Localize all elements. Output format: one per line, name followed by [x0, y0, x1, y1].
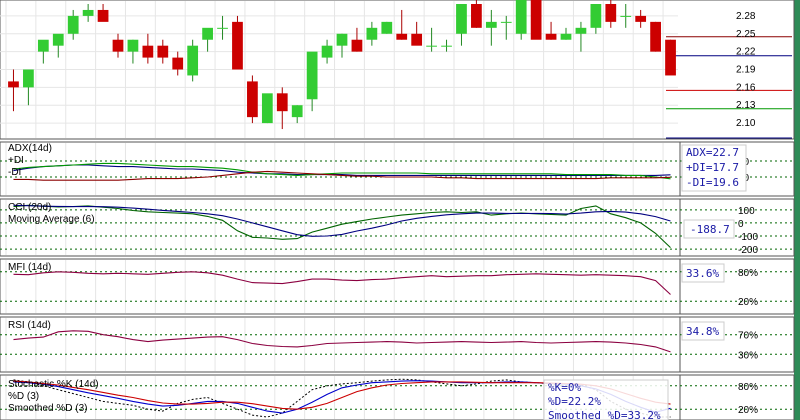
candle-body	[172, 57, 184, 70]
candle-body	[381, 21, 393, 34]
pane-1	[0, 141, 795, 197]
candle-body	[232, 21, 243, 70]
candle-body	[276, 93, 288, 112]
candle-body	[620, 15, 632, 17]
tick-label: -200	[738, 245, 758, 256]
tick-label: 70%	[738, 331, 758, 342]
cci-title: CCI (20d)	[8, 202, 51, 213]
candle-body	[67, 15, 79, 34]
candle-body	[366, 27, 378, 40]
candle-body	[8, 81, 19, 88]
candle-body	[336, 33, 348, 46]
tick-label: 20%	[738, 297, 758, 308]
candle-body	[351, 39, 363, 52]
stoch-title: Stochastic %K (14d)	[8, 379, 99, 390]
chart-canvas: 2.282.252.222.192.162.132.10 40201000-10…	[0, 0, 800, 420]
tick-label: 100	[738, 206, 755, 217]
stoch-legend-smoothed: Smoothed %D (3)	[8, 403, 87, 414]
candle-body	[471, 4, 482, 28]
rsi-callout: 34.8%	[681, 321, 725, 341]
candle-body	[23, 69, 34, 88]
candle-body	[247, 81, 258, 118]
candle-body	[306, 51, 318, 100]
stoch-legend-d: %D (3)	[8, 391, 39, 402]
candle-body	[52, 33, 64, 46]
tick-label: 20%	[738, 405, 758, 416]
rsi-callout-value: 34.8%	[686, 325, 719, 338]
candle-body	[515, 0, 527, 34]
candle-body	[291, 105, 303, 118]
candle-body	[127, 39, 139, 52]
stoch-callout-smoothed: Smoothed %D=33.2%	[548, 409, 661, 420]
candle-body	[202, 27, 213, 40]
price-tick-label: 2.25	[736, 29, 756, 40]
adx-callout-minusdi: -DI=19.6	[686, 176, 739, 189]
candle-body	[261, 93, 273, 124]
price-tick-label: 2.10	[736, 118, 756, 129]
cci-callout-value: -188.7	[690, 223, 730, 236]
cci-legend-ma: Moving Average (6)	[8, 214, 95, 225]
stoch-callout-d: %D=22.2%	[548, 395, 601, 408]
candle-body	[441, 45, 452, 47]
candle-body	[396, 33, 408, 40]
tick-label: 80%	[738, 382, 758, 393]
mfi-callout-value: 33.6%	[686, 267, 719, 280]
candle-body	[456, 4, 467, 34]
adx-title: ADX(14d)	[8, 143, 52, 154]
candle-body	[411, 33, 423, 46]
price-tick-label: 2.13	[736, 100, 756, 111]
adx-legend-minusdi: -DI	[8, 167, 21, 178]
cci-callout: -188.7	[683, 219, 735, 239]
candle-body	[665, 39, 676, 76]
candle-body	[575, 27, 587, 34]
rsi-title: RSI (14d)	[8, 320, 51, 331]
price-tick-label: 2.22	[736, 47, 756, 58]
candle-body	[112, 39, 124, 52]
stoch-callout-k: %K=0%	[548, 381, 581, 394]
tick-label: 80%	[738, 268, 758, 279]
tick-label: 30%	[738, 350, 758, 361]
candle-body	[485, 21, 497, 28]
candle-body	[560, 33, 572, 40]
mfi-callout: 33.6%	[681, 263, 725, 283]
price-tick-label: 2.19	[736, 65, 756, 76]
candle-body	[321, 45, 333, 58]
price-tick-label: 2.28	[736, 11, 756, 22]
candle-body	[635, 15, 647, 22]
candle-body	[157, 45, 169, 58]
pane-3	[0, 258, 795, 315]
stoch-callout: %K=0% %D=22.2% Smoothed %D=33.2%	[543, 379, 669, 420]
candle-body	[142, 45, 154, 58]
adx-callout: ADX=22.7 +DI=17.7 -DI=19.6	[681, 144, 747, 192]
tick-label: 0	[738, 219, 744, 230]
candle-body	[217, 27, 228, 29]
tick-label: -100	[738, 232, 758, 243]
adx-legend-plusdi: +DI	[8, 155, 24, 166]
mfi-title: MFI (14d)	[8, 262, 51, 273]
candle-body	[650, 21, 661, 52]
adx-callout-plusdi: +DI=17.7	[686, 161, 739, 174]
candle-body	[187, 45, 199, 76]
candle-body	[530, 0, 542, 40]
candle-body	[605, 4, 617, 22]
candle-body	[426, 45, 437, 47]
candle-body	[82, 9, 94, 16]
pane-4	[0, 316, 795, 373]
adx-callout-adx: ADX=22.7	[686, 146, 739, 159]
candle-body	[37, 39, 49, 52]
price-tick-label: 2.16	[736, 82, 756, 93]
candle-body	[97, 9, 109, 22]
candle-body	[500, 21, 512, 23]
candle-body	[590, 4, 602, 28]
candle-body	[545, 33, 557, 40]
